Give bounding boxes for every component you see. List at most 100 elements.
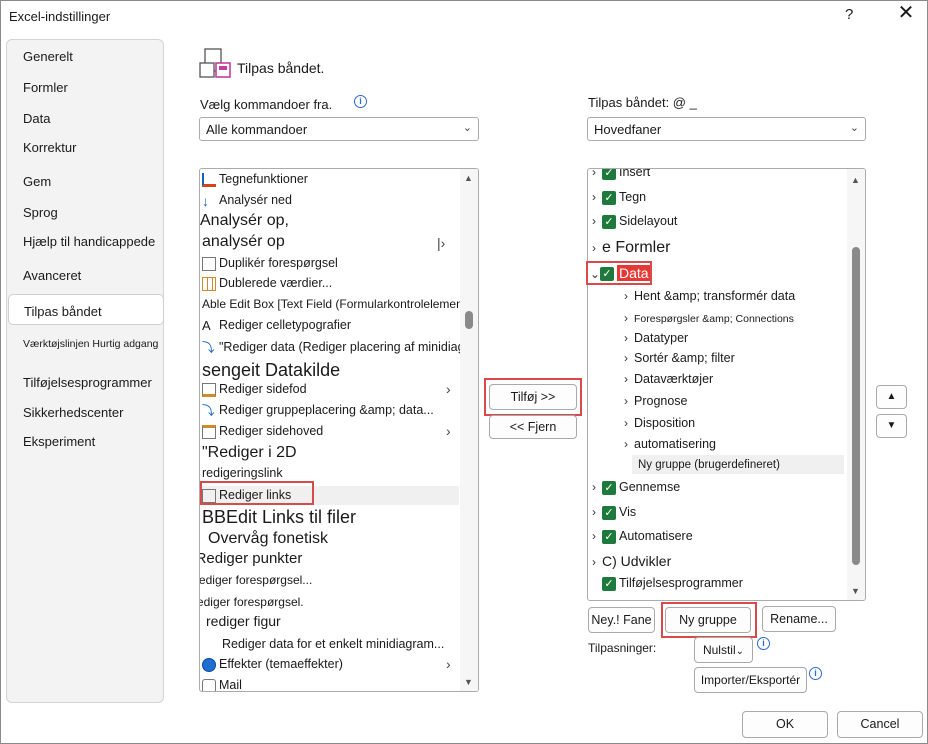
- highlight-add-button: [484, 378, 582, 416]
- rename-button[interactable]: Rename...: [762, 606, 836, 632]
- tree-group[interactable]: › Prognose: [624, 394, 688, 408]
- list-item[interactable]: •. Rediger punkter: [200, 550, 302, 567]
- tree-group[interactable]: › Disposition: [624, 416, 695, 430]
- list-item[interactable]: Effekter (temaeffekter): [202, 657, 343, 672]
- info-icon[interactable]: i: [809, 667, 822, 680]
- ribbon-tree-scrollbar[interactable]: ▲ ▼: [847, 169, 865, 600]
- nav-item-formulas[interactable]: Formler: [23, 80, 68, 95]
- tree-tab-page-layout[interactable]: › ✓ Sidelayout: [592, 214, 677, 229]
- tree-group[interactable]: › Dataværktøjer: [624, 372, 713, 386]
- tree-group[interactable]: › Hent &amp; transformér data: [624, 289, 795, 303]
- list-item[interactable]: BBEdit Links til filer: [202, 507, 356, 528]
- tree-tab-formulas[interactable]: › e Formler: [592, 239, 670, 257]
- highlight-data-tab: [586, 261, 652, 285]
- scroll-up-icon[interactable]: ▲: [464, 173, 473, 183]
- list-item[interactable]: ↓ Analysér ned: [202, 193, 292, 208]
- footer-icon: [202, 382, 216, 397]
- list-item[interactable]: A Rediger celletypografier: [202, 318, 351, 333]
- commands-scrollbar[interactable]: ▲ ▼: [460, 169, 478, 691]
- commands-list[interactable]: Tegnefunktioner ↓ Analysér ned Analysér o…: [199, 168, 479, 692]
- page-title: Tilpas båndet.: [237, 60, 325, 76]
- tree-group[interactable]: › Sortér &amp; filter: [624, 351, 735, 365]
- nav-item-experiment[interactable]: Eksperiment: [23, 434, 95, 449]
- list-item[interactable]: Overvåg fonetisk: [208, 530, 328, 548]
- reset-dropdown[interactable]: Nulstil⌄: [694, 637, 753, 663]
- new-tab-button[interactable]: Ney.! Fane: [588, 607, 655, 633]
- scroll-down-icon[interactable]: ▼: [851, 586, 860, 596]
- tree-tab-insert[interactable]: › ✓ Insert: [592, 169, 650, 180]
- list-item[interactable]: Rediger sidefod: [202, 382, 307, 397]
- checkbox-icon[interactable]: ✓: [602, 480, 616, 495]
- chevron-right-icon: ›: [624, 311, 628, 325]
- nav-item-proofing[interactable]: Korrektur: [23, 140, 76, 155]
- checkbox-icon[interactable]: ✓: [602, 576, 616, 591]
- tree-tab-developer[interactable]: › C) Udvikler: [592, 553, 671, 569]
- list-item[interactable]: Dublerede værdier...: [202, 276, 332, 291]
- tree-group[interactable]: › automatisering: [624, 437, 716, 451]
- tree-new-group[interactable]: Ny gruppe (brugerdefineret): [638, 459, 780, 471]
- list-item[interactable]: "Rediger i 2D: [202, 444, 297, 462]
- tree-tab-view[interactable]: › ✓ Vis: [592, 505, 636, 520]
- list-item[interactable]: Analysér op,: [200, 212, 289, 230]
- checkbox-icon[interactable]: ✓: [602, 214, 616, 229]
- list-item[interactable]: redigeringslink: [202, 466, 283, 480]
- checkbox-icon[interactable]: ✓: [602, 190, 616, 205]
- nav-item-trust-center[interactable]: Sikkerhedscenter: [23, 405, 123, 420]
- nav-item-save[interactable]: Gem: [23, 174, 51, 189]
- checkbox-icon[interactable]: ✓: [602, 529, 616, 544]
- info-icon[interactable]: i: [757, 637, 770, 650]
- list-item[interactable]: Rediger sidehoved: [202, 424, 323, 439]
- cancel-button[interactable]: Cancel: [837, 711, 923, 738]
- tree-tab-automate[interactable]: › ✓ Automatisere: [592, 529, 693, 544]
- list-item[interactable]: Rediger data for et enkelt minidiagram..…: [222, 637, 444, 651]
- ribbon-tabs-combo[interactable]: Hovedfaner ⌄: [587, 117, 866, 141]
- list-item[interactable]: Duplikér forespørgsel: [202, 256, 338, 271]
- move-down-button[interactable]: ▼: [876, 414, 907, 438]
- help-button[interactable]: ?: [845, 6, 853, 23]
- list-item[interactable]: sengeit Datakilde: [202, 360, 340, 381]
- checkbox-icon[interactable]: ✓: [602, 505, 616, 520]
- tree-tab-add-ins[interactable]: ✓ Tilføjelsesprogrammer: [602, 576, 743, 591]
- pen-icon: [202, 172, 216, 187]
- choose-commands-combo[interactable]: Alle kommandoer ⌄: [199, 117, 479, 141]
- list-item[interactable]: ⤵ Rediger gruppeplacering &amp; data...: [202, 403, 434, 418]
- scroll-up-icon[interactable]: ▲: [851, 175, 860, 185]
- scroll-down-icon[interactable]: ▼: [464, 677, 473, 687]
- tree-group[interactable]: › Datatyper: [624, 331, 688, 345]
- checkbox-icon[interactable]: ✓: [602, 169, 616, 180]
- remove-button[interactable]: << Fjern: [489, 415, 577, 439]
- excel-options-dialog: Excel-indstillinger ? ✕ Generelt Formler…: [0, 0, 928, 744]
- close-button[interactable]: ✕: [895, 2, 917, 24]
- nav-item-accessibility[interactable]: Hjælp til handicappede: [23, 234, 155, 249]
- tree-group[interactable]: › Forespørgsler &amp; Connections: [624, 311, 794, 325]
- list-item[interactable]: ⤵ "Rediger data (Rediger placering af min…: [202, 340, 478, 355]
- list-item[interactable]: "Rediger forespørgsel.: [200, 595, 304, 609]
- nav-item-general[interactable]: Generelt: [23, 49, 73, 64]
- list-item[interactable]: Able Edit Box [Text Field (Formularkontr…: [202, 297, 474, 311]
- nav-item-quick-access-toolbar[interactable]: Værktøjslinjen Hurtig adgang: [23, 338, 158, 350]
- sparkline-icon: ⤵: [202, 340, 215, 355]
- nav-item-add-ins[interactable]: Tilføjelsesprogrammer: [23, 375, 152, 390]
- list-item[interactable]: Mail: [202, 678, 242, 691]
- scroll-thumb[interactable]: [852, 247, 860, 565]
- ribbon-tree[interactable]: › ✓ Insert › ✓ Tegn › ✓ Sidelayout › e Formler …: [587, 168, 866, 601]
- header-icon: [202, 424, 216, 439]
- nav-item-language[interactable]: Sprog: [23, 205, 58, 220]
- chevron-right-icon: ›: [624, 331, 628, 345]
- ok-button[interactable]: OK: [742, 711, 828, 738]
- import-export-dropdown[interactable]: Importer/Eksportér: [694, 667, 807, 693]
- nav-item-advanced[interactable]: Avanceret: [23, 268, 81, 283]
- list-item[interactable]: analysér op: [202, 233, 285, 251]
- scroll-thumb[interactable]: [465, 311, 473, 329]
- list-item[interactable]: Tegnefunktioner: [202, 172, 308, 187]
- nav-item-data[interactable]: Data: [23, 111, 50, 126]
- move-up-button[interactable]: ▲: [876, 385, 907, 409]
- list-item[interactable]: rediger figur: [206, 613, 281, 629]
- submenu-icon: ›: [446, 423, 451, 439]
- nav-item-customize-ribbon[interactable]: Tilpas båndet: [8, 294, 164, 325]
- info-icon[interactable]: i: [354, 95, 367, 108]
- choose-commands-label: Vælg kommandoer fra.: [200, 97, 333, 112]
- list-item[interactable]: "Rediger forespørgsel...: [200, 573, 312, 587]
- tree-tab-review[interactable]: › ✓ Gennemse: [592, 480, 680, 495]
- tree-tab-draw[interactable]: › ✓ Tegn: [592, 190, 646, 205]
